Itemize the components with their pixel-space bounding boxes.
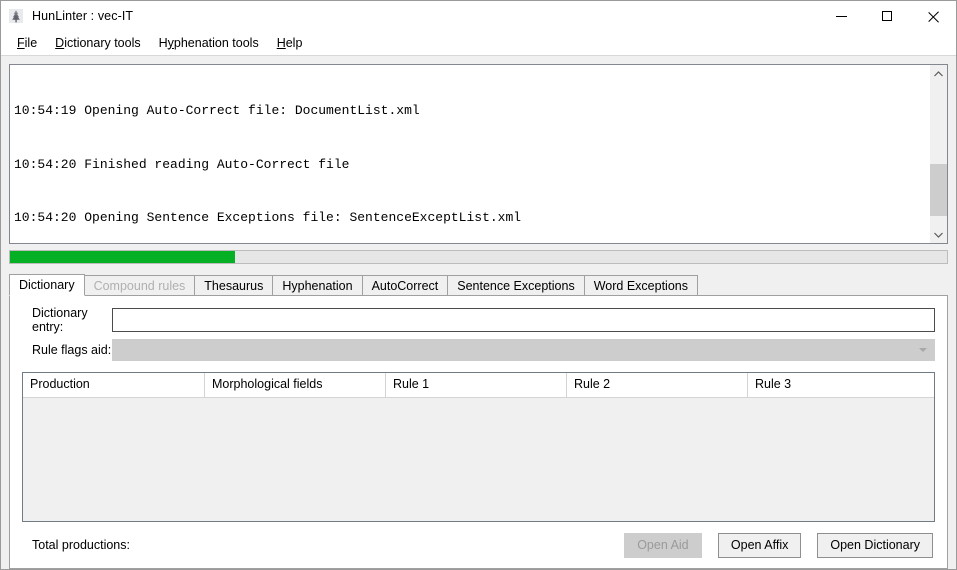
column-header-morphological-fields[interactable]: Morphological fields	[205, 373, 386, 397]
progress-bar-fill	[10, 251, 235, 263]
productions-table: Production Morphological fields Rule 1 R…	[22, 372, 935, 522]
log-line: 10:54:19 Opening Auto-Correct file: Docu…	[14, 103, 420, 119]
column-header-rule-1[interactable]: Rule 1	[386, 373, 567, 397]
tab-label: Hyphenation	[282, 279, 353, 293]
tab-compound-rules: Compound rules	[83, 275, 196, 295]
log-line: 10:54:20 Finished reading Auto-Correct f…	[14, 156, 350, 172]
tab-dictionary[interactable]: Dictionary	[9, 274, 85, 296]
chevron-down-icon[interactable]	[930, 226, 947, 243]
window-title: HunLinter : vec-IT	[32, 9, 134, 23]
tab-label: Dictionary	[19, 278, 75, 292]
progress-row	[9, 250, 948, 264]
window-controls	[818, 1, 956, 31]
tab-label: Sentence Exceptions	[457, 279, 575, 293]
log-panel: 10:54:19 Opening Auto-Correct file: Docu…	[9, 64, 948, 244]
tab-strip: Dictionary Compound rules Thesaurus Hyph…	[9, 274, 948, 296]
dictionary-tab-panel: Dictionary entry: Rule flags aid: Produc…	[9, 295, 948, 569]
application-window: HunLinter : vec-IT File Dictionary tools…	[0, 0, 957, 570]
total-productions-label: Total productions:	[32, 538, 130, 552]
menu-hyphenation-tools[interactable]: Hyphenation tools	[150, 34, 268, 53]
scrollbar-thumb[interactable]	[930, 164, 947, 216]
maximize-icon	[882, 11, 892, 21]
table-header-row: Production Morphological fields Rule 1 R…	[23, 373, 934, 398]
open-affix-button[interactable]: Open Affix	[717, 532, 802, 558]
tab-word-exceptions[interactable]: Word Exceptions	[583, 275, 698, 295]
tab-label: Thesaurus	[204, 279, 264, 293]
column-header-production[interactable]: Production	[23, 373, 205, 397]
tab-autocorrect[interactable]: AutoCorrect	[361, 275, 449, 295]
menu-help[interactable]: Help	[268, 34, 312, 53]
log-scrollbar[interactable]	[929, 65, 947, 243]
table-body[interactable]	[23, 398, 934, 521]
minimize-icon	[835, 15, 847, 17]
tab-label: Compound rules	[93, 279, 186, 293]
tab-sentence-exceptions[interactable]: Sentence Exceptions	[447, 275, 585, 295]
chevron-down-icon	[919, 348, 927, 352]
dictionary-entry-label: Dictionary entry:	[32, 306, 88, 334]
rule-flags-aid-label: Rule flags aid:	[32, 343, 112, 357]
rule-flags-aid-row: Rule flags aid:	[22, 338, 935, 362]
tab-thesaurus[interactable]: Thesaurus	[194, 275, 274, 295]
dictionary-entry-input[interactable]	[112, 308, 935, 332]
tab-hyphenation[interactable]: Hyphenation	[272, 275, 363, 295]
title-bar: HunLinter : vec-IT	[1, 1, 956, 31]
open-dictionary-button[interactable]: Open Dictionary	[817, 532, 933, 558]
chevron-up-icon[interactable]	[930, 65, 947, 82]
close-icon	[928, 11, 939, 22]
scrollbar-track[interactable]	[930, 82, 947, 226]
menu-dictionary-tools[interactable]: Dictionary tools	[46, 34, 149, 53]
dictionary-entry-row: Dictionary entry:	[22, 306, 935, 334]
progress-bar	[9, 250, 948, 264]
tree-icon	[8, 8, 24, 24]
log-text-area[interactable]: 10:54:19 Opening Auto-Correct file: Docu…	[10, 65, 929, 243]
maximize-button[interactable]	[864, 1, 910, 31]
close-button[interactable]	[910, 1, 956, 31]
minimize-button[interactable]	[818, 1, 864, 31]
menu-bar: File Dictionary tools Hyphenation tools …	[1, 31, 956, 56]
log-line: 10:54:20 Opening Sentence Exceptions fil…	[14, 209, 522, 225]
tab-container: Dictionary Compound rules Thesaurus Hyph…	[9, 274, 948, 569]
column-header-rule-3[interactable]: Rule 3	[748, 373, 934, 397]
open-aid-button: Open Aid	[623, 532, 702, 558]
footer-button-group: Open Aid Open Affix Open Dictionary	[623, 532, 935, 558]
menu-file[interactable]: File	[8, 34, 46, 53]
column-header-rule-2[interactable]: Rule 2	[567, 373, 748, 397]
footer-row: Total productions: Open Aid Open Affix O…	[22, 532, 935, 558]
tab-label: AutoCorrect	[371, 279, 439, 293]
rule-flags-aid-combo	[112, 339, 935, 361]
tab-label: Word Exceptions	[593, 279, 688, 293]
